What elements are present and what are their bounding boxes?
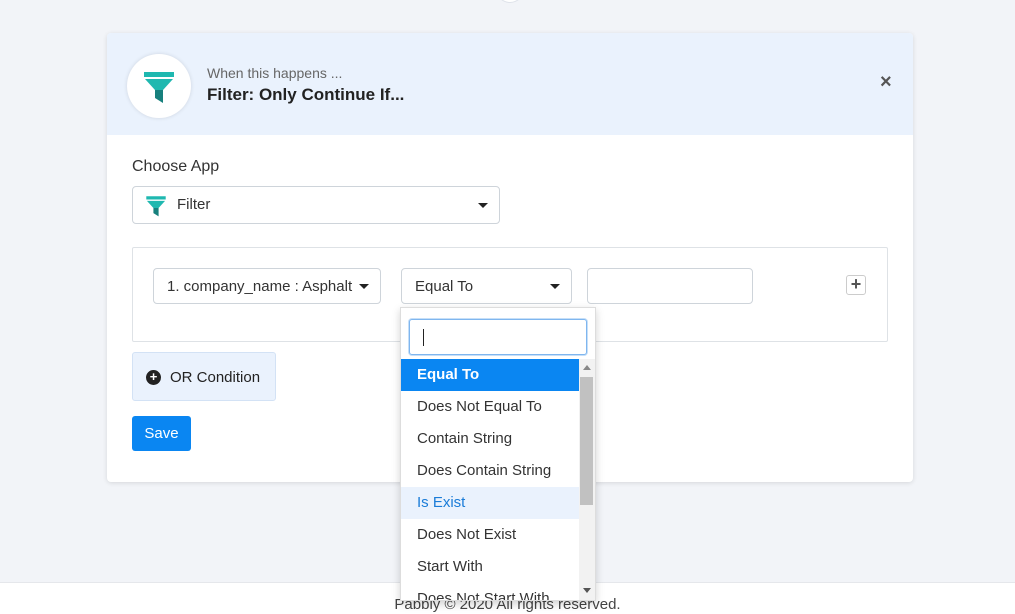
filter-funnel-icon: [144, 72, 174, 103]
dropdown-option[interactable]: Does Not Exist: [401, 519, 579, 551]
dropdown-option[interactable]: Does Contain String: [401, 455, 579, 487]
condition-field-value: 1. company_name : Asphalt: [167, 278, 353, 295]
flow-connector-dot: [496, 0, 524, 3]
chevron-down-icon: [359, 284, 369, 289]
dropdown-option[interactable]: Contain String: [401, 423, 579, 455]
condition-field-select[interactable]: 1. company_name : Asphalt: [153, 268, 381, 304]
dropdown-options: Equal To Does Not Equal To Contain String D…: [401, 359, 579, 600]
filter-app-icon: [127, 54, 191, 118]
chevron-down-icon: [550, 284, 560, 289]
choose-app-value: Filter: [177, 196, 211, 213]
save-button[interactable]: Save: [132, 416, 191, 451]
condition-operator-select[interactable]: Equal To: [401, 268, 572, 304]
chevron-down-icon: [478, 203, 488, 208]
condition-value-input[interactable]: [587, 268, 753, 304]
or-condition-button[interactable]: + OR Condition: [132, 352, 276, 401]
dropdown-option[interactable]: Is Exist: [401, 487, 579, 519]
filter-funnel-icon: [146, 196, 166, 217]
step-title: Filter: Only Continue If...: [207, 85, 405, 104]
dropdown-option[interactable]: Equal To: [401, 359, 579, 391]
scroll-up-arrow-icon[interactable]: [583, 365, 591, 370]
dropdown-option[interactable]: Does Not Start With: [401, 583, 579, 600]
step-subtitle: When this happens ...: [207, 65, 343, 81]
choose-app-select[interactable]: Filter: [132, 186, 500, 224]
dropdown-scrollbar[interactable]: [579, 359, 595, 600]
scroll-down-arrow-icon[interactable]: [583, 588, 591, 593]
operator-dropdown: Equal To Does Not Equal To Contain String D…: [400, 307, 596, 601]
text-cursor: [423, 329, 424, 346]
scrollbar-thumb[interactable]: [580, 377, 593, 505]
dropdown-search-input[interactable]: [409, 319, 587, 355]
dropdown-option[interactable]: Does Not Equal To: [401, 391, 579, 423]
or-condition-label: OR Condition: [170, 369, 261, 386]
add-condition-button[interactable]: +: [846, 275, 866, 295]
close-icon[interactable]: ×: [880, 72, 896, 92]
plus-circle-icon: +: [146, 370, 161, 385]
step-header: When this happens ... Filter: Only Conti…: [107, 33, 913, 135]
dropdown-option[interactable]: Start With: [401, 551, 579, 583]
choose-app-label: Choose App: [132, 158, 220, 175]
condition-operator-value: Equal To: [415, 278, 474, 295]
